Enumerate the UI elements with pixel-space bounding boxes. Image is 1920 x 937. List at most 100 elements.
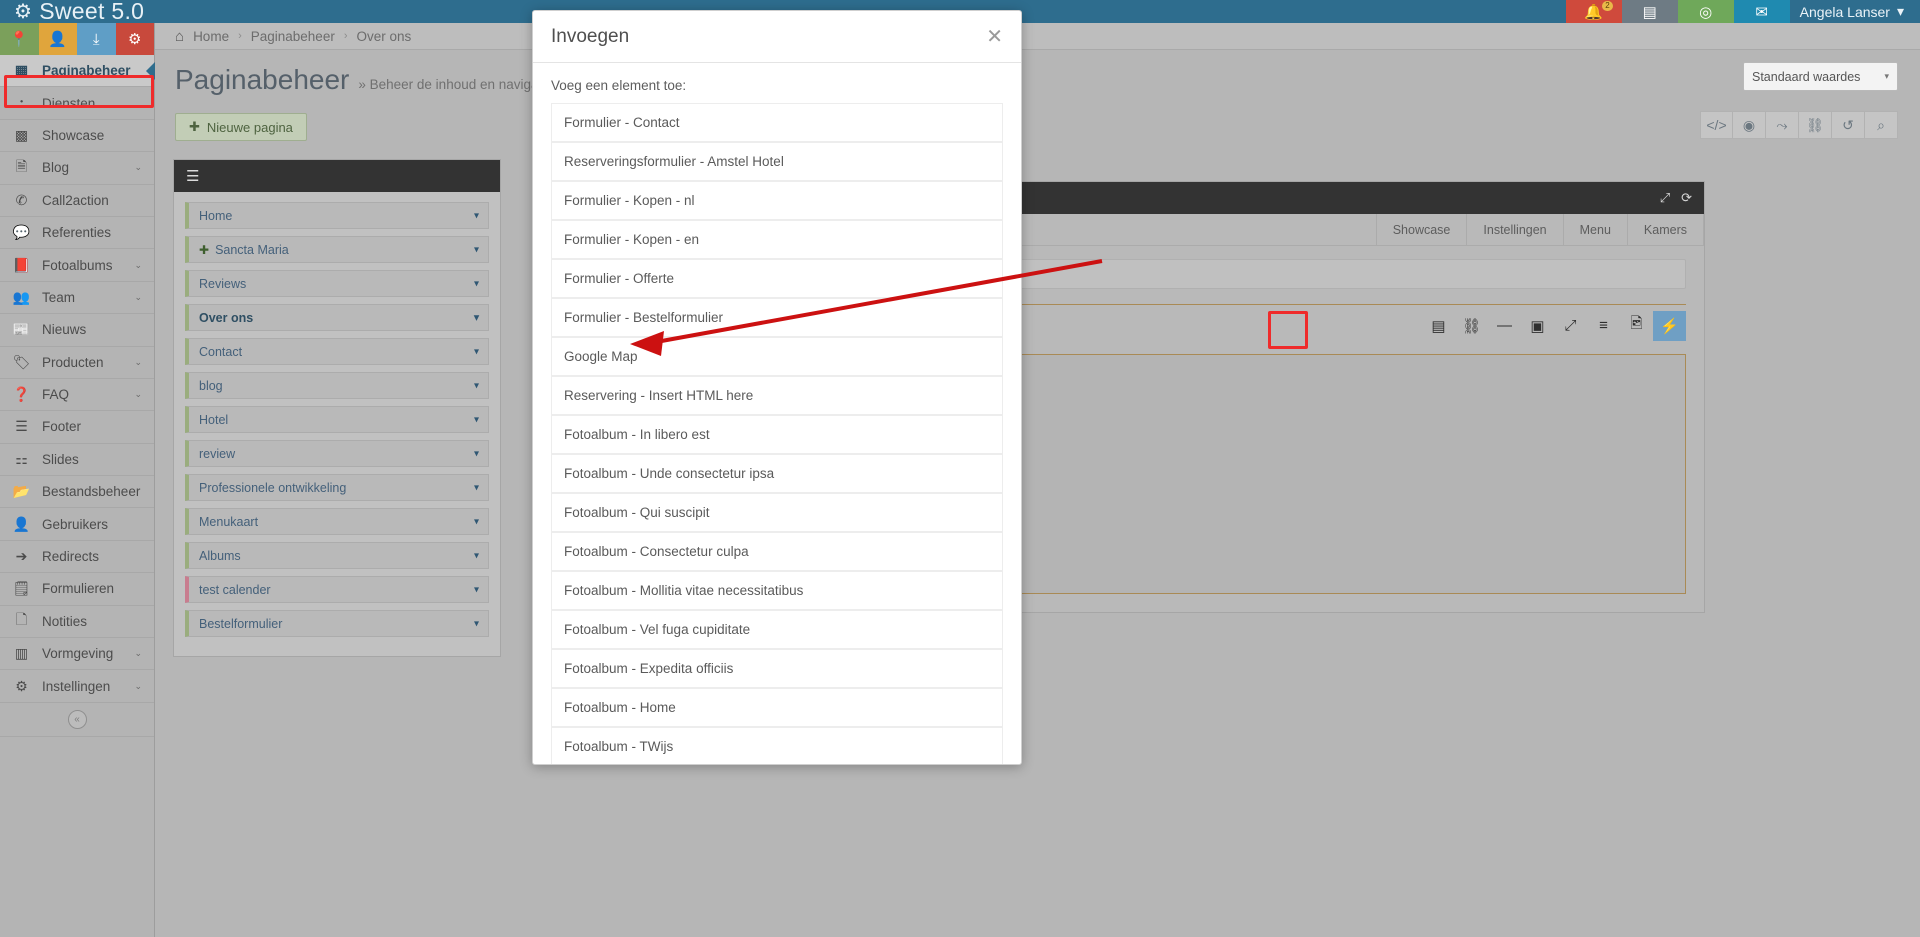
new-page-button[interactable]: ✚ Nieuwe pagina [175,113,307,141]
insert-element-item[interactable]: Fotoalbum - In libero est [551,415,1003,454]
insert-element-button[interactable]: ⚡ [1653,310,1686,341]
sidebar-item-team[interactable]: 👥 Team ⌄ [0,282,154,315]
collapse-sidebar-button[interactable]: « [67,709,87,729]
hamburger-icon[interactable]: ☰ [186,167,199,185]
link-button[interactable]: ⛓ [1455,311,1488,341]
insert-element-item[interactable]: Formulier - Offerte [551,259,1003,298]
sidebar-quick-actions: 📍 👤 ⤓ ⚙ [0,23,154,55]
tasks-button[interactable]: ▤ [1621,0,1678,23]
tree-item[interactable]: Hotel ▾ [185,406,489,433]
sidebar-item-fotoalbums[interactable]: 📕 Fotoalbums ⌄ [0,249,154,282]
sidebar-item-slides[interactable]: ⚏ Slides [0,444,154,477]
breadcrumb-item-home[interactable]: Home [193,29,229,44]
preview-button[interactable]: ◉ [1733,111,1766,139]
tree-item[interactable]: Contact ▾ [185,338,489,365]
sidebar-item-vormgeving[interactable]: ▥ Vormgeving ⌄ [0,638,154,671]
insert-element-item[interactable]: Fotoalbum - Expedita officiis [551,649,1003,688]
tree-item[interactable]: Home ▾ [185,202,489,229]
tree-item[interactable]: review ▾ [185,440,489,467]
breadcrumb-item-paginabeheer[interactable]: Paginabeheer [251,29,335,44]
sidebar-item-blog[interactable]: 🗎 Blog ⌄ [0,152,154,185]
insert-element-item[interactable]: Fotoalbum - Consectetur culpa [551,532,1003,571]
fullscreen-button[interactable]: ⤢ [1554,311,1587,341]
tree-item[interactable]: Over ons ▾ [185,304,489,331]
sidebar-item-label: Bestandsbeheer [42,484,141,500]
insert-element-item[interactable]: Fotoalbum - Mollitia vitae necessitatibu… [551,571,1003,610]
sidebar-item-nieuws[interactable]: 📰 Nieuws [0,314,154,347]
insert-element-item[interactable]: Formulier - Kopen - en [551,220,1003,259]
horizontal-rule-button[interactable]: — [1488,311,1521,341]
breadcrumb-item-over-ons[interactable]: Over ons [357,29,412,44]
source-code-button[interactable]: </> [1700,111,1733,139]
insert-element-item[interactable]: Google Map [551,337,1003,376]
share-button[interactable]: ⤳ [1766,111,1799,139]
tab-instellingen[interactable]: Instellingen [1467,214,1564,245]
bell-icon: 🔔 [1584,3,1604,21]
tab-kamers[interactable]: Kamers [1628,214,1704,245]
tab-showcase[interactable]: Showcase [1375,214,1468,245]
refresh-icon[interactable]: ⟳ [1681,190,1692,206]
sidebar-item-paginabeheer[interactable]: ▦ Paginabeheer [0,55,155,88]
tree-item[interactable]: Albums ▾ [185,542,489,569]
sidebar-item-notities[interactable]: 🗋 Notities [0,606,154,639]
tree-item[interactable]: ✚ Sancta Maria ▾ [185,236,489,263]
horizontal-rule-icon: — [1497,317,1512,334]
sidebar-item-referenties[interactable]: 💬 Referenties [0,217,154,250]
chevron-down-icon: ⌄ [134,259,142,270]
settings-quick-button[interactable]: ⚙ [115,23,154,55]
table-icon: ▦ [14,62,29,79]
insert-element-item[interactable]: Fotoalbum - Qui suscipit [551,493,1003,532]
tree-item[interactable]: blog ▾ [185,372,489,399]
notifications-button[interactable]: 🔔 2 [1565,0,1622,23]
insert-element-item[interactable]: Formulier - Kopen - nl [551,181,1003,220]
user-quick-button[interactable]: 👤 [38,23,77,55]
insert-element-item[interactable]: Fotoalbum - TWijs [551,727,1003,764]
messages-button[interactable]: ✉ [1733,0,1790,23]
image-button[interactable]: 🖻 [1620,311,1653,341]
insert-element-item[interactable]: Fotoalbum - Vel fuga cupiditate [551,610,1003,649]
tree-item[interactable]: test calender ▾ [185,576,489,603]
sidebar-item-faq[interactable]: ❓ FAQ ⌄ [0,379,154,412]
sitemap-button[interactable]: ⛓ [1799,111,1832,139]
video-button[interactable]: ▣ [1521,311,1554,341]
tree-item-label: Sancta Maria [215,242,289,257]
tree-item[interactable]: Menukaart ▾ [185,508,489,535]
sidebar-item-showcase[interactable]: ▩ Showcase [0,120,154,153]
sidebar-item-instellingen[interactable]: ⚙ Instellingen ⌄ [0,670,154,703]
expand-icon[interactable]: ⤢ [1660,190,1670,206]
table-insert-button[interactable]: ▤ [1422,311,1455,341]
insert-element-item[interactable]: Fotoalbum - Home [551,688,1003,727]
download-quick-button[interactable]: ⤓ [77,23,116,55]
insert-element-item[interactable]: Reservering - Insert HTML here [551,376,1003,415]
default-values-select-value: Standaard waardes [1752,69,1861,84]
tree-item[interactable]: Bestelformulier ▾ [185,610,489,637]
chevron-down-icon: ⌄ [134,162,142,173]
search-button[interactable]: ⌕ [1865,111,1898,139]
insert-element-item[interactable]: Formulier - Bestelformulier [551,298,1003,337]
history-button[interactable]: ↺ [1832,111,1865,139]
user-menu[interactable]: Angela Lanser ▾ [1790,0,1920,23]
arrow-circle-right-icon: ➔ [15,548,28,565]
sidebar-item-bestandsbeheer[interactable]: 📂 Bestandsbeheer [0,476,154,509]
chevron-down-icon: ▾ [473,482,479,493]
sidebar-item-footer[interactable]: ☰ Footer [0,411,154,444]
sidebar-item-formulieren[interactable]: 🗒 Formulieren [0,573,154,606]
help-button[interactable]: ◎ [1677,0,1734,23]
sidebar-item-producten[interactable]: 🏷 Producten ⌄ [0,347,154,379]
breadcrumb-separator: › [343,30,348,42]
tree-item[interactable]: Professionele ontwikkeling ▾ [185,474,489,501]
close-icon[interactable]: ✕ [986,27,1003,47]
default-values-select[interactable]: Standaard waardes ▾ [1743,62,1898,91]
sidebar-item-redirects[interactable]: ➔ Redirects [0,541,154,574]
tab-menu[interactable]: Menu [1564,214,1628,245]
sidebar-item-gebruikers[interactable]: 👤 Gebruikers [0,508,154,541]
sidebar-item-call2action[interactable]: ✆ Call2action [0,185,154,217]
align-button[interactable]: ≡ [1587,311,1620,341]
location-quick-button[interactable]: 📍 [0,23,39,55]
insert-element-item[interactable]: Fotoalbum - Unde consectetur ipsa [551,454,1003,493]
insert-element-item[interactable]: Formulier - Contact [551,103,1003,142]
tree-item[interactable]: Reviews ▾ [185,270,489,297]
insert-element-item[interactable]: Reserveringsformulier - Amstel Hotel [551,142,1003,181]
question-icon: ❓ [12,386,31,403]
sidebar-item-diensten[interactable]: ⛬ Diensten [0,87,154,120]
